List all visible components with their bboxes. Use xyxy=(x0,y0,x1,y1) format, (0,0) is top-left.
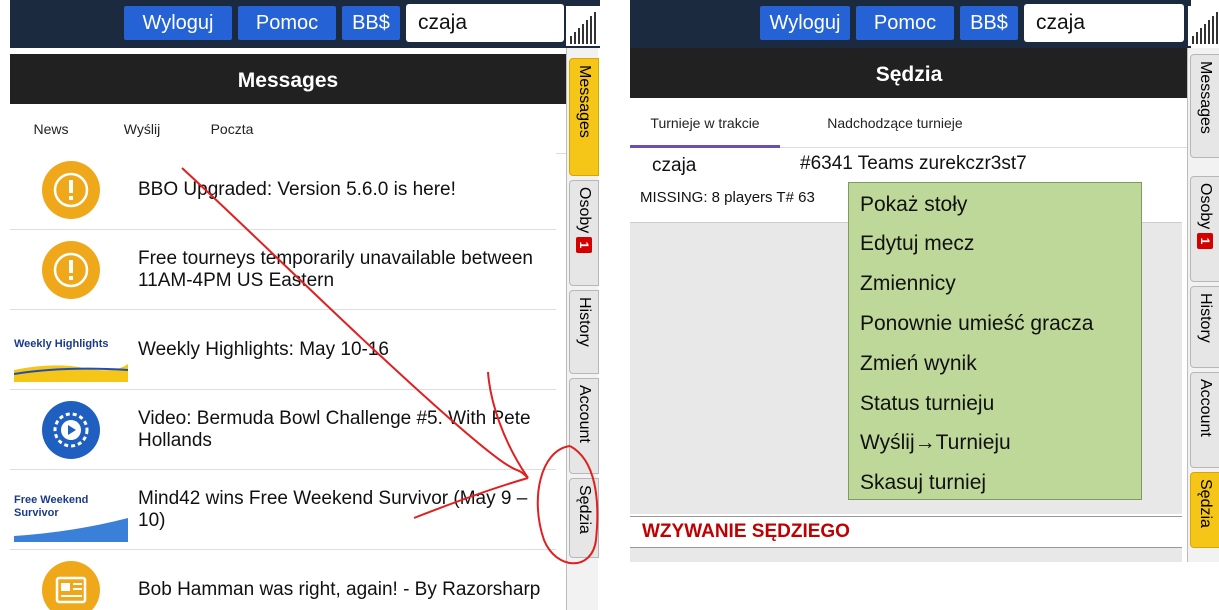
bb-dollars-button[interactable]: BB$ xyxy=(342,6,400,40)
side-tab-label: Sędzia xyxy=(576,485,593,534)
side-tab-referee[interactable]: Sędzia xyxy=(1190,472,1219,548)
tab-news[interactable]: News xyxy=(10,104,92,154)
tournament-context-menu: Pokaż stoły Edytuj mecz Zmiennicy Ponown… xyxy=(848,182,1142,500)
side-tab-label: Messages xyxy=(1197,61,1214,134)
news-item[interactable]: Video: Bermuda Bowl Challenge #5. With P… xyxy=(10,390,556,470)
search-input[interactable]: czaja xyxy=(406,4,564,42)
news-item[interactable]: Weekly Highlights Weekly Highlights: May… xyxy=(10,310,556,390)
side-tab-label: Account xyxy=(576,385,593,443)
side-tab-account[interactable]: Account xyxy=(569,378,599,474)
referee-subtabs: Turnieje w trakcie Nadchodzące turnieje xyxy=(630,98,1188,148)
news-title: Video: Bermuda Bowl Challenge #5. With P… xyxy=(138,407,531,451)
tournament-name: #6341 Teams zurekczr3st7 xyxy=(800,153,1027,174)
news-item[interactable]: Bob Hamman was right, again! - By Razors… xyxy=(10,550,556,610)
news-title: Free tourneys temporarily unavailable be… xyxy=(138,247,533,291)
signal-strength-icon xyxy=(1188,6,1219,46)
tab-send[interactable]: Wyślij xyxy=(110,104,174,154)
messages-subtabs: News Wyślij Poczta xyxy=(10,104,566,154)
tab-mail[interactable]: Poczta xyxy=(192,104,272,154)
side-tab-label: Account xyxy=(1197,379,1214,437)
notification-badge: 1 xyxy=(1197,233,1213,250)
side-tab-referee[interactable]: Sędzia xyxy=(569,478,599,558)
side-tab-history[interactable]: History xyxy=(569,290,599,374)
referee-call-list xyxy=(630,548,1182,562)
logout-button[interactable]: Wyloguj xyxy=(124,6,232,40)
menu-item-show-tables[interactable]: Pokaż stoły xyxy=(860,193,967,217)
news-item[interactable]: Free tourneys temporarily unavailable be… xyxy=(10,230,556,310)
side-tab-text: Osoby xyxy=(576,187,593,234)
side-tab-messages[interactable]: Messages xyxy=(1190,54,1219,158)
menu-item-delete-tournament[interactable]: Skasuj turniej xyxy=(860,471,986,495)
notification-badge: 1 xyxy=(576,237,592,254)
warning-icon xyxy=(42,240,100,299)
side-tab-people[interactable]: Osoby 1 xyxy=(569,180,599,286)
news-item[interactable]: BBO Upgraded: Version 5.6.0 is here! xyxy=(10,150,556,230)
menu-item-substitutes[interactable]: Zmiennicy xyxy=(860,272,956,296)
top-bar: Wyloguj Pomoc BB$ czaja xyxy=(10,0,600,48)
tab-tournaments-in-progress[interactable]: Turnieje w trakcie xyxy=(630,98,780,148)
logout-button[interactable]: Wyloguj xyxy=(760,6,850,40)
page-title: Sędzia xyxy=(630,48,1188,102)
referee-panel: Wyloguj Pomoc BB$ czaja Sędzia Turnieje … xyxy=(630,0,1219,600)
messages-panel: Wyloguj Pomoc BB$ czaja Messages News Wy… xyxy=(10,0,600,610)
news-title: BBO Upgraded: Version 5.6.0 is here! xyxy=(138,178,456,200)
news-title: Weekly Highlights: May 10-16 xyxy=(138,338,389,360)
menu-item-send-to-tournament[interactable]: Wyślij→Turnieju xyxy=(860,431,1011,455)
menu-item-reseat-player[interactable]: Ponownie umieść gracza xyxy=(860,312,1093,336)
side-tab-history[interactable]: History xyxy=(1190,286,1219,368)
side-tab-people[interactable]: Osoby 1 xyxy=(1190,176,1219,282)
warning-icon xyxy=(42,160,100,219)
menu-item-edit-match[interactable]: Edytuj mecz xyxy=(860,232,974,256)
referee-call-header: WZYWANIE SĘDZIEGO xyxy=(630,516,1182,548)
tournament-director: czaja xyxy=(652,155,697,176)
news-title: Bob Hamman was right, again! - By Razors… xyxy=(138,578,541,600)
free-weekend-survivor-thumbnail: Free Weekend Survivor xyxy=(14,478,128,542)
side-tab-label: Messages xyxy=(576,65,593,138)
missing-players-text: MISSING: 8 players T# 63 xyxy=(640,189,815,206)
side-tab-label: Osoby 1 xyxy=(575,187,593,254)
news-title: Mind42 wins Free Weekend Survivor (May 9… xyxy=(138,487,528,531)
bb-dollars-button[interactable]: BB$ xyxy=(960,6,1018,40)
help-button[interactable]: Pomoc xyxy=(238,6,336,40)
side-tab-account[interactable]: Account xyxy=(1190,372,1219,468)
side-tabs: Messages Osoby 1 History Account Sędzia xyxy=(1187,48,1219,562)
top-bar: Wyloguj Pomoc BB$ czaja xyxy=(630,0,1191,48)
article-icon xyxy=(42,560,100,610)
help-button[interactable]: Pomoc xyxy=(856,6,954,40)
search-input[interactable]: czaja xyxy=(1024,4,1184,42)
weekly-highlights-thumbnail: Weekly Highlights xyxy=(14,318,128,382)
video-play-icon xyxy=(42,400,100,459)
tab-upcoming-tournaments[interactable]: Nadchodzące turnieje xyxy=(806,98,984,148)
menu-item-tournament-status[interactable]: Status turnieju xyxy=(860,392,994,416)
menu-item-change-score[interactable]: Zmień wynik xyxy=(860,352,977,376)
news-item[interactable]: Free Weekend Survivor Mind42 wins Free W… xyxy=(10,470,556,550)
signal-strength-icon xyxy=(566,6,600,46)
page-title: Messages xyxy=(10,54,566,108)
side-tab-label: History xyxy=(1197,293,1214,343)
side-tab-label: History xyxy=(576,297,593,347)
thumbnail-label: Weekly Highlights xyxy=(14,338,109,350)
side-tab-text: Osoby xyxy=(1197,183,1214,230)
side-tab-label: Osoby 1 xyxy=(1196,183,1214,250)
side-tab-label: Sędzia xyxy=(1197,479,1214,528)
side-tabs: Messages Osoby 1 History Account Sędzia xyxy=(566,48,599,610)
side-tab-messages[interactable]: Messages xyxy=(569,58,599,176)
